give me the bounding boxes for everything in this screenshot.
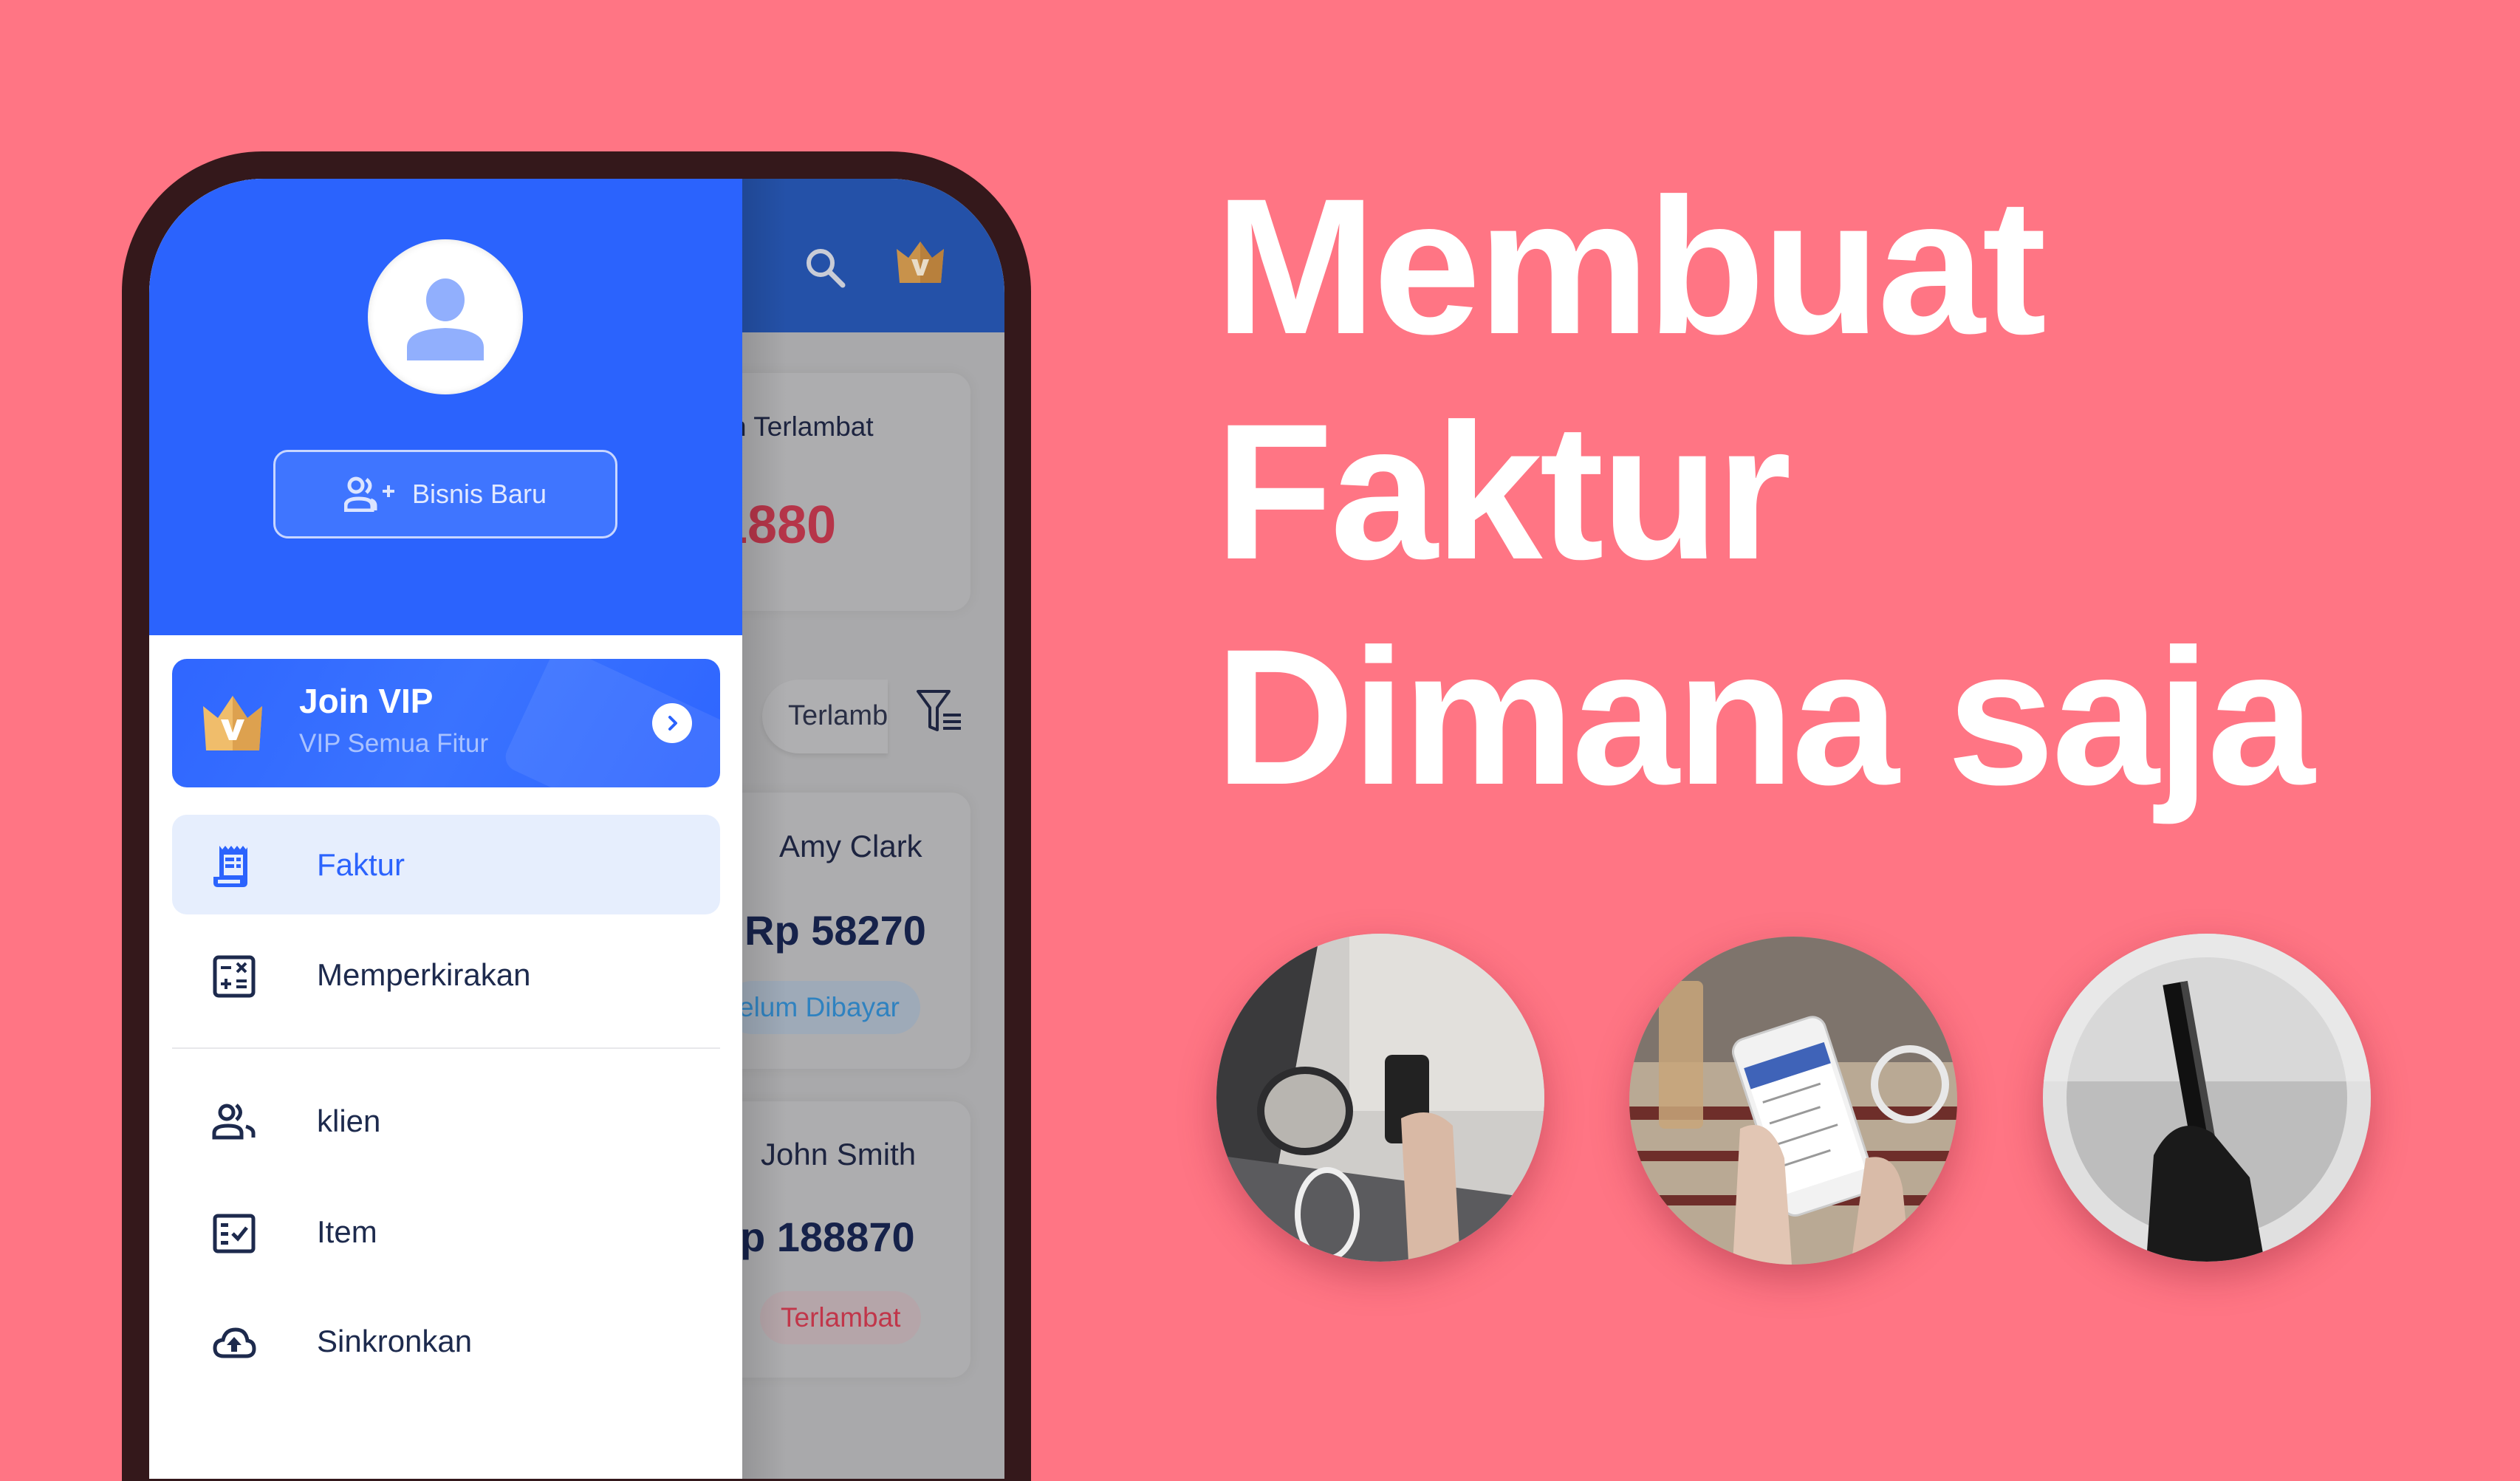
checklist-icon — [213, 1214, 256, 1253]
invoice-client: Amy Clark — [779, 829, 922, 863]
menu-item-faktur[interactable]: Faktur — [172, 815, 720, 914]
search-icon[interactable] — [803, 245, 847, 290]
photo-cafe-invoice — [1629, 937, 1957, 1265]
user-avatar-icon — [407, 278, 484, 360]
menu-label: Item — [317, 1214, 377, 1249]
headline-line-2: Faktur — [1215, 383, 1792, 600]
headline-line-1: Membuat — [1215, 158, 2047, 374]
user-add-icon — [343, 476, 394, 512]
navigation-drawer: Bisnis Baru Join VIP VIP Semua Fitur Fak… — [149, 179, 742, 1479]
calculator-icon — [213, 955, 256, 998]
menu-label: klien — [317, 1104, 381, 1138]
menu-label: Sinkronkan — [317, 1324, 473, 1358]
photo-car-phone — [1216, 934, 1544, 1262]
vip-subtitle: VIP Semua Fitur — [299, 729, 489, 758]
phone-screen: h Terlambat 1880 Terlamb Amy Clark Rp 58… — [149, 179, 1004, 1479]
drawer-header: Bisnis Baru — [149, 179, 742, 635]
avatar[interactable] — [368, 239, 523, 394]
users-icon — [212, 1104, 256, 1140]
new-business-button[interactable]: Bisnis Baru — [273, 450, 617, 538]
photo-bw-hand-phone — [2043, 934, 2371, 1262]
menu-item-item[interactable]: Item — [172, 1182, 720, 1282]
crown-icon — [203, 696, 262, 750]
vip-title: Join VIP — [299, 682, 434, 720]
menu-label: Faktur — [317, 847, 405, 882]
receipt-icon — [213, 846, 247, 887]
drawer-shadow — [742, 179, 787, 1479]
menu-item-klien[interactable]: klien — [172, 1071, 720, 1171]
menu-label: Memperkirakan — [317, 957, 531, 992]
chevron-right-icon[interactable] — [652, 703, 692, 743]
crown-icon[interactable] — [895, 242, 945, 284]
new-business-label: Bisnis Baru — [411, 479, 547, 509]
filter-icon[interactable] — [915, 688, 964, 733]
menu-item-sinkronkan[interactable]: Sinkronkan — [172, 1291, 720, 1391]
headline-line-3: Dimana saja — [1215, 609, 2315, 825]
join-vip-banner[interactable]: Join VIP VIP Semua Fitur — [172, 659, 720, 787]
filter-chip-label: Terlamb — [788, 700, 888, 731]
menu-divider — [172, 1047, 720, 1049]
cloud-upload-icon — [213, 1327, 256, 1358]
menu-item-memperkirakan[interactable]: Memperkirakan — [172, 925, 720, 1025]
